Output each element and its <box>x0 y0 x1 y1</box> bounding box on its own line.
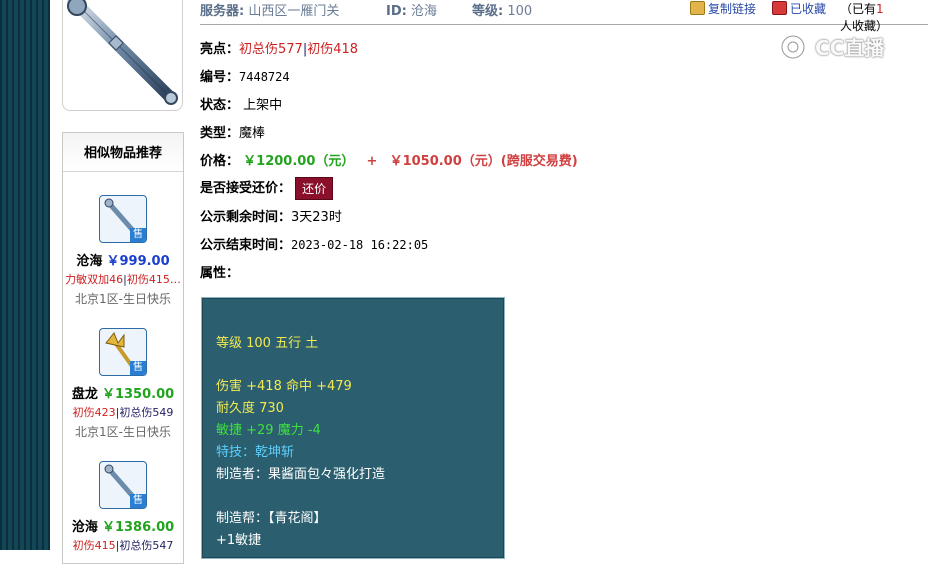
item-name[interactable]: 沧海 <box>76 254 102 269</box>
level-label: 等级: <box>472 4 504 19</box>
item-server: 北京1区-生日快乐 <box>75 425 171 439</box>
item-thumbnail[interactable]: 售 <box>99 461 147 509</box>
status-value: 上架中 <box>243 98 283 113</box>
item-attr: 初伤415… <box>126 273 181 286</box>
attributes-row: 属性： <box>200 262 239 281</box>
similar-item[interactable]: 售 盘龙 ￥1350.00 初伤423|初总伤549 北京1区-生日快乐 <box>63 326 183 446</box>
favorite-icon <box>772 1 787 15</box>
item-price: ￥999.00 <box>106 254 170 269</box>
item-price: ￥1386.00 <box>101 520 175 535</box>
item-server: 北京1区-生日快乐 <box>75 292 171 306</box>
similar-item[interactable]: 售 沧海 ￥999.00 力敏双加46|初伤415… 北京1区-生日快乐 <box>63 193 183 313</box>
highlight-label: 亮点： <box>200 42 240 57</box>
attr-bonus: +1敏捷 <box>216 533 262 548</box>
wand-icon <box>67 0 178 105</box>
remaining-time-value: 3天23时 <box>291 210 342 225</box>
item-attr: 力敏双加46 <box>65 273 124 286</box>
end-time-value: 2023-02-18 16:22:05 <box>291 238 429 252</box>
for-sale-badge: 售 <box>130 361 146 375</box>
number-label: 编号： <box>200 70 240 85</box>
for-sale-badge: 售 <box>130 494 146 508</box>
item-attr: 初伤415 <box>72 539 116 552</box>
type-row: 类型：魔棒 <box>200 122 265 141</box>
attr-durability: 耐久度 730 <box>216 401 284 416</box>
price-value: ￥1200.00（元） <box>243 154 355 169</box>
level-value: 100 <box>507 4 533 19</box>
attributes-label: 属性： <box>200 266 240 281</box>
item-price: ￥1350.00 <box>101 387 175 402</box>
item-header: 服务器: 山西区一雁门关 ID: 沧海 等级: 100 复制链接 已收藏 （已有… <box>200 0 928 33</box>
attributes-panel: 等级 100 五行 土 伤害 +418 命中 +479 耐久度 730 敏捷 +… <box>201 297 505 559</box>
counter-offer-row: 是否接受还价： 还价 <box>200 177 334 200</box>
status-label: 状态： <box>200 98 240 113</box>
number-value: 7448724 <box>239 70 290 84</box>
price-label: 价格： <box>200 154 240 169</box>
for-sale-badge: 售 <box>130 228 146 242</box>
item-image <box>62 0 183 111</box>
similar-items-panel: 相似物品推荐 售 沧海 ￥999.00 力敏双加46|初伤415… 北京1区-生… <box>62 132 184 564</box>
cc-logo-icon <box>780 34 806 60</box>
item-attr: 初总伤549 <box>119 406 174 419</box>
remaining-time-row: 公示剩余时间：3天23时 <box>200 206 342 225</box>
page-background <box>0 0 50 550</box>
end-time-label: 公示结束时间： <box>200 238 292 253</box>
cc-live-watermark: CC直播 <box>778 32 908 66</box>
favorite-button[interactable]: 已收藏 <box>772 0 826 17</box>
server-label: 服务器: <box>200 4 245 19</box>
attr-guild: 制造帮：【青花阁】 <box>216 511 327 526</box>
item-attr: 初总伤547 <box>119 539 174 552</box>
attr-maker: 制造者：果酱面包々强化打造 <box>216 467 386 482</box>
item-attr: 初伤423 <box>72 406 116 419</box>
id-label: ID: <box>386 4 407 19</box>
attr-special-skill: 特技：乾坤斩 <box>216 445 295 460</box>
cross-server-fee: ￥1050.00（元）(跨服交易费) <box>389 154 578 169</box>
id-value: 沧海 <box>410 4 437 19</box>
item-name[interactable]: 盘龙 <box>72 387 98 402</box>
type-value: 魔棒 <box>239 126 266 141</box>
item-name[interactable]: 沧海 <box>72 520 98 535</box>
type-label: 类型： <box>200 126 240 141</box>
counter-offer-label: 是否接受还价： <box>200 181 292 196</box>
attr-damage-hit: 伤害 +418 命中 +479 <box>216 379 352 394</box>
highlight-b: 初伤418 <box>307 42 359 57</box>
status-row: 状态： 上架中 <box>200 94 282 113</box>
favorite-count: （已有1人收藏） <box>840 2 889 33</box>
counter-offer-button[interactable]: 还价 <box>295 177 334 200</box>
highlight-a: 初总伤577 <box>239 42 303 57</box>
price-row: 价格： ￥1200.00（元） + ￥1050.00（元）(跨服交易费) <box>200 154 578 169</box>
attr-agility-magic: 敏捷 +29 魔力 -4 <box>216 423 321 438</box>
copy-link-icon <box>690 1 705 15</box>
remaining-time-label: 公示剩余时间： <box>200 210 292 225</box>
server-value: 山西区一雁门关 <box>248 4 340 19</box>
similar-items-title: 相似物品推荐 <box>63 133 183 172</box>
highlight-row: 亮点：初总伤577|初伤418 <box>200 42 359 57</box>
attr-level-element: 等级 100 五行 土 <box>216 336 319 351</box>
similar-item[interactable]: 售 沧海 ￥1386.00 初伤415|初总伤547 <box>63 459 183 559</box>
number-row: 编号：7448724 <box>200 66 290 85</box>
item-thumbnail[interactable]: 售 <box>99 195 147 243</box>
copy-link-button[interactable]: 复制链接 <box>690 0 756 17</box>
end-time-row: 公示结束时间：2023-02-18 16:22:05 <box>200 234 428 253</box>
item-thumbnail[interactable]: 售 <box>99 328 147 376</box>
